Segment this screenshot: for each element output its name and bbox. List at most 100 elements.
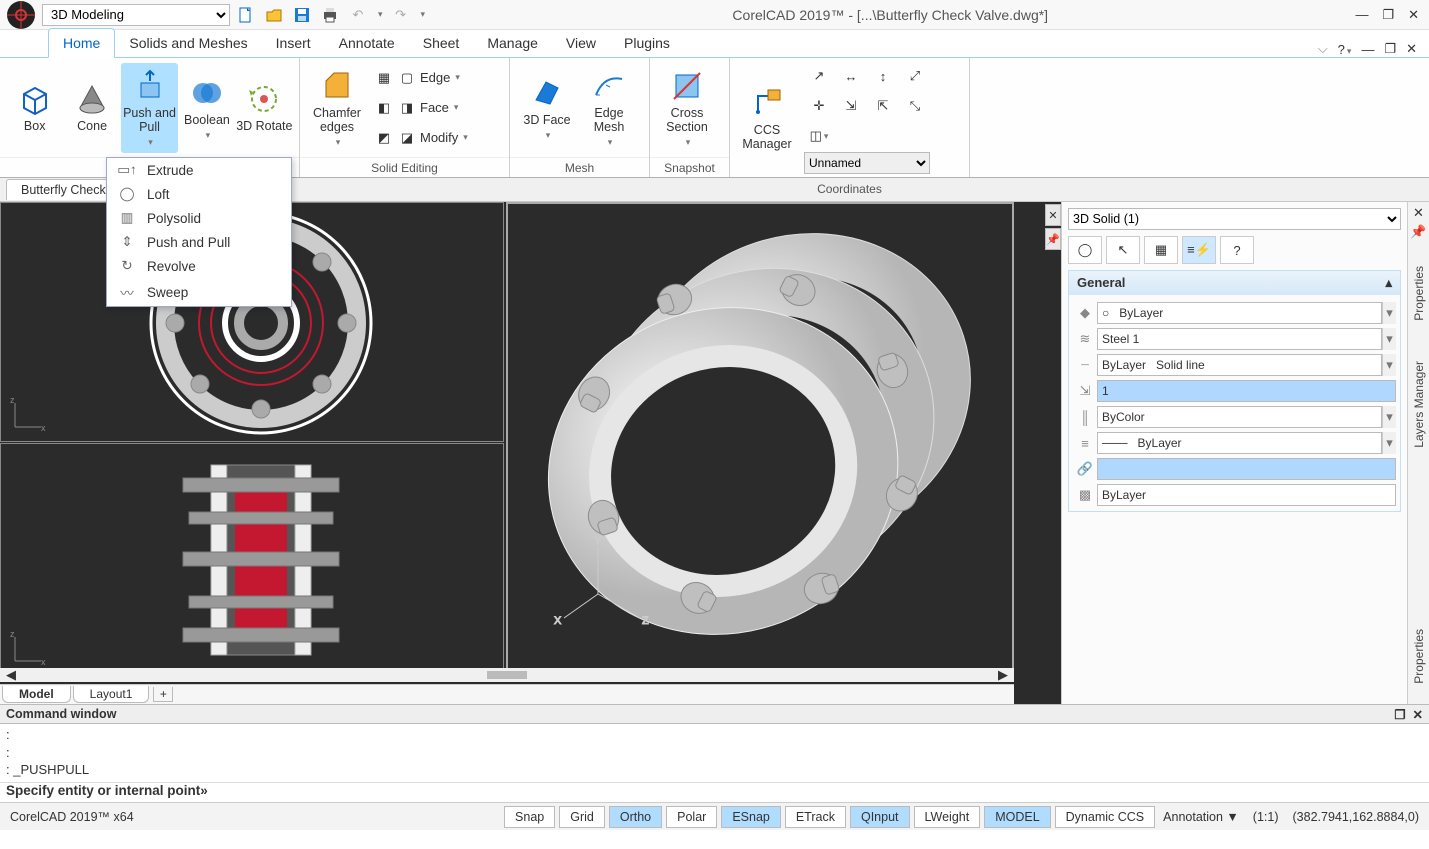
color-field[interactable]: ○ByLayer [1097,302,1382,324]
hyperlink-field[interactable] [1097,458,1396,480]
cross-section-button[interactable]: Cross Section▾ [656,63,718,153]
layer-field[interactable]: Steel 1 [1097,328,1382,350]
cmd-restore-icon[interactable]: ❐ [1394,708,1405,722]
pt-icon[interactable]: ◯ [1068,236,1102,264]
modify-icon[interactable]: ◪ [397,128,417,148]
menu-sweep[interactable]: 〰Sweep [107,278,291,306]
edge-small-icon[interactable]: ▦ [374,68,394,88]
plotcolor-field[interactable]: ByColor [1097,406,1382,428]
annotation-dd[interactable]: Annotation ▼ [1163,810,1239,824]
save-icon[interactable] [292,5,312,25]
modify-label[interactable]: Modify [420,130,458,145]
coord-icon[interactable]: ◫▾ [804,122,834,150]
close-icon[interactable]: ✕ [1408,7,1419,23]
tab-solids[interactable]: Solids and Meshes [115,29,261,57]
3dface-button[interactable]: 3D Face▾ [516,63,578,153]
coord-icon[interactable]: ↔ [836,62,866,90]
help-icon[interactable]: ?▾ [1338,42,1352,57]
lineweight-field[interactable]: ───ByLayer [1097,432,1382,454]
collapse-icon[interactable]: ▴ [1385,275,1392,291]
doc-restore-icon[interactable]: ❐ [1384,41,1396,57]
ccs-manager-button[interactable]: CCS Manager [736,73,798,163]
menu-polysolid[interactable]: ▥Polysolid [107,206,291,230]
minimize-icon[interactable]: — [1355,7,1368,23]
coord-icon[interactable]: ⤢ [900,62,930,90]
viewport-iso[interactable]: Y Z X [506,202,1014,676]
toggle-polar[interactable]: Polar [666,806,717,828]
tab-insert[interactable]: Insert [262,29,325,57]
chevron-down-icon[interactable]: ▾ [1382,328,1396,350]
selection-select[interactable]: 3D Solid (1) [1068,208,1401,230]
3d-rotate-button[interactable]: 3D Rotate [236,63,293,153]
redo-icon[interactable]: ↷ [391,5,411,25]
accordion-header[interactable]: General▴ [1069,271,1400,295]
app-logo[interactable] [0,0,42,30]
face-icon[interactable]: ◨ [397,98,417,118]
scale-ratio[interactable]: (1:1) [1253,810,1279,824]
sidetab-layers[interactable]: Layers Manager [1410,341,1428,468]
tab-manage[interactable]: Manage [473,29,552,57]
print-icon[interactable] [320,5,340,25]
pt-icon[interactable]: ≡⚡ [1182,236,1216,264]
doc-minimize-icon[interactable]: — [1361,42,1374,57]
menu-loft[interactable]: ◯Loft [107,182,291,206]
toggle-esnap[interactable]: ESnap [721,806,781,828]
edge-label[interactable]: Edge [420,70,450,85]
chevron-down-icon[interactable]: ▾ [1382,302,1396,324]
toggle-grid[interactable]: Grid [559,806,605,828]
doc-close-icon[interactable]: ✕ [1406,41,1417,57]
scale-field[interactable]: 1 [1097,380,1396,402]
open-icon[interactable] [264,5,284,25]
new-icon[interactable] [236,5,256,25]
coord-icon[interactable]: ⤡ [900,92,930,120]
sidetab-properties2[interactable]: Properties [1410,609,1428,704]
coord-name-select[interactable]: Unnamed [804,152,930,174]
toggle-lweight[interactable]: LWeight [914,806,981,828]
face-small-icon[interactable]: ◧ [374,98,394,118]
hscroll[interactable]: ◀ ▶ [0,668,1014,682]
collapse-ribbon-icon[interactable]: ⌵ [1318,41,1328,57]
tab-sheet[interactable]: Sheet [409,29,474,57]
pt-icon[interactable]: ↖ [1106,236,1140,264]
sidetab-properties[interactable]: Properties [1410,246,1428,341]
toggle-etrack[interactable]: ETrack [785,806,846,828]
coord-icon[interactable]: ↗ [804,62,834,90]
sheet-layout1[interactable]: Layout1 [73,686,150,703]
coord-icon[interactable]: ↕ [868,62,898,90]
chevron-down-icon[interactable]: ▾ [1382,354,1396,376]
pushpin-icon[interactable]: 📌 [1410,224,1426,246]
menu-revolve[interactable]: ↻Revolve [107,254,291,278]
close-panel-icon[interactable]: ✕ [1413,202,1424,224]
undo-dd[interactable]: ▾ [378,9,383,20]
chamfer-button[interactable]: Chamfer edges▾ [306,63,368,153]
edgemesh-button[interactable]: Edge Mesh▾ [578,63,640,153]
cmd-close-icon[interactable]: ✕ [1413,708,1423,722]
pin-icon[interactable]: ✕ [1045,204,1061,226]
pushpin-icon[interactable]: 📌 [1045,228,1061,250]
toggle-snap[interactable]: Snap [504,806,555,828]
tab-view[interactable]: View [552,29,610,57]
toggle-ortho[interactable]: Ortho [609,806,662,828]
command-body[interactable]: : : : _PUSHPULL [0,724,1429,782]
tab-home[interactable]: Home [48,28,115,58]
scroll-thumb[interactable] [487,671,527,679]
face-label[interactable]: Face [420,100,449,115]
cone-button[interactable]: Cone [63,63,120,153]
help-icon[interactable]: ? [1220,236,1254,264]
coord-icon[interactable]: ⇱ [868,92,898,120]
pt-icon[interactable]: ▦ [1144,236,1178,264]
viewport-front[interactable]: zx [0,443,504,676]
chevron-down-icon[interactable]: ▾ [1382,406,1396,428]
material-field[interactable]: ByLayer [1097,484,1396,506]
toggle-model[interactable]: MODEL [984,806,1050,828]
modify-small-icon[interactable]: ◩ [374,128,394,148]
chevron-down-icon[interactable]: ▾ [1382,432,1396,454]
coord-icon[interactable]: ⇲ [836,92,866,120]
menu-pushpull[interactable]: ⇕Push and Pull [107,230,291,254]
scroll-right-icon[interactable]: ▶ [998,667,1008,683]
restore-icon[interactable]: ❐ [1382,7,1394,23]
edge-icon[interactable]: ▢ [397,68,417,88]
command-prompt[interactable]: Specify entity or internal point» [0,782,1429,802]
toggle-qinput[interactable]: QInput [850,806,910,828]
toggle-dynamic ccs[interactable]: Dynamic CCS [1055,806,1156,828]
